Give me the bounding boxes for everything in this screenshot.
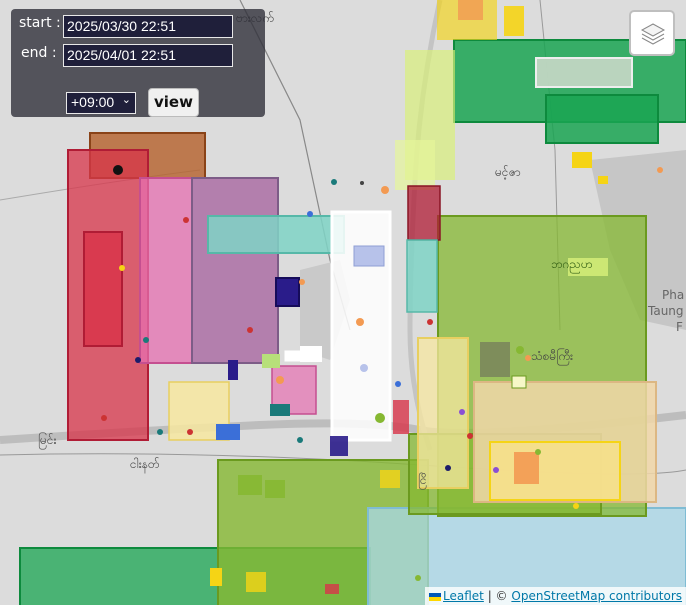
osm-link[interactable]: OpenStreetMap contributors [511, 589, 682, 603]
map-label-pale: ဘဂညဟ [551, 257, 593, 271]
timezone-select[interactable]: +09:00 ⌄ [66, 92, 136, 114]
map-label-city: သံစမီကြီး [531, 349, 574, 363]
time-range-panel: start : 2025/03/30 22:51 end : 2025/04/0… [11, 9, 265, 117]
start-datetime-input[interactable]: 2025/03/30 22:51 [63, 15, 233, 38]
view-button[interactable]: view [148, 88, 199, 117]
map-label-bottom-left-town: ငါးနတ် [130, 457, 160, 471]
chevron-down-icon: ⌄ [121, 94, 131, 106]
map-label-phataung-1: Pha [662, 288, 685, 302]
layers-icon [640, 23, 666, 45]
start-label: start : [19, 15, 61, 31]
timezone-value: +09:00 [71, 94, 115, 110]
map-label-left-town: မြင်း [38, 433, 57, 447]
attribution-separator: | © [483, 589, 512, 603]
map-attribution: Leaflet | © OpenStreetMap contributors [425, 587, 686, 605]
map-label-mid-town: မင့်ဇာ [495, 165, 521, 179]
leaflet-link[interactable]: Leaflet [443, 589, 484, 603]
end-label: end : [21, 45, 57, 61]
map-label-phataung-3: F [676, 320, 683, 334]
map-label-bottom-mid: ငြိ [418, 473, 427, 487]
end-datetime-input[interactable]: 2025/04/01 22:51 [63, 44, 233, 67]
ukraine-flag-icon [429, 592, 442, 601]
layers-control-button[interactable] [629, 10, 675, 56]
map-label-phataung-2: Taung [648, 304, 684, 318]
